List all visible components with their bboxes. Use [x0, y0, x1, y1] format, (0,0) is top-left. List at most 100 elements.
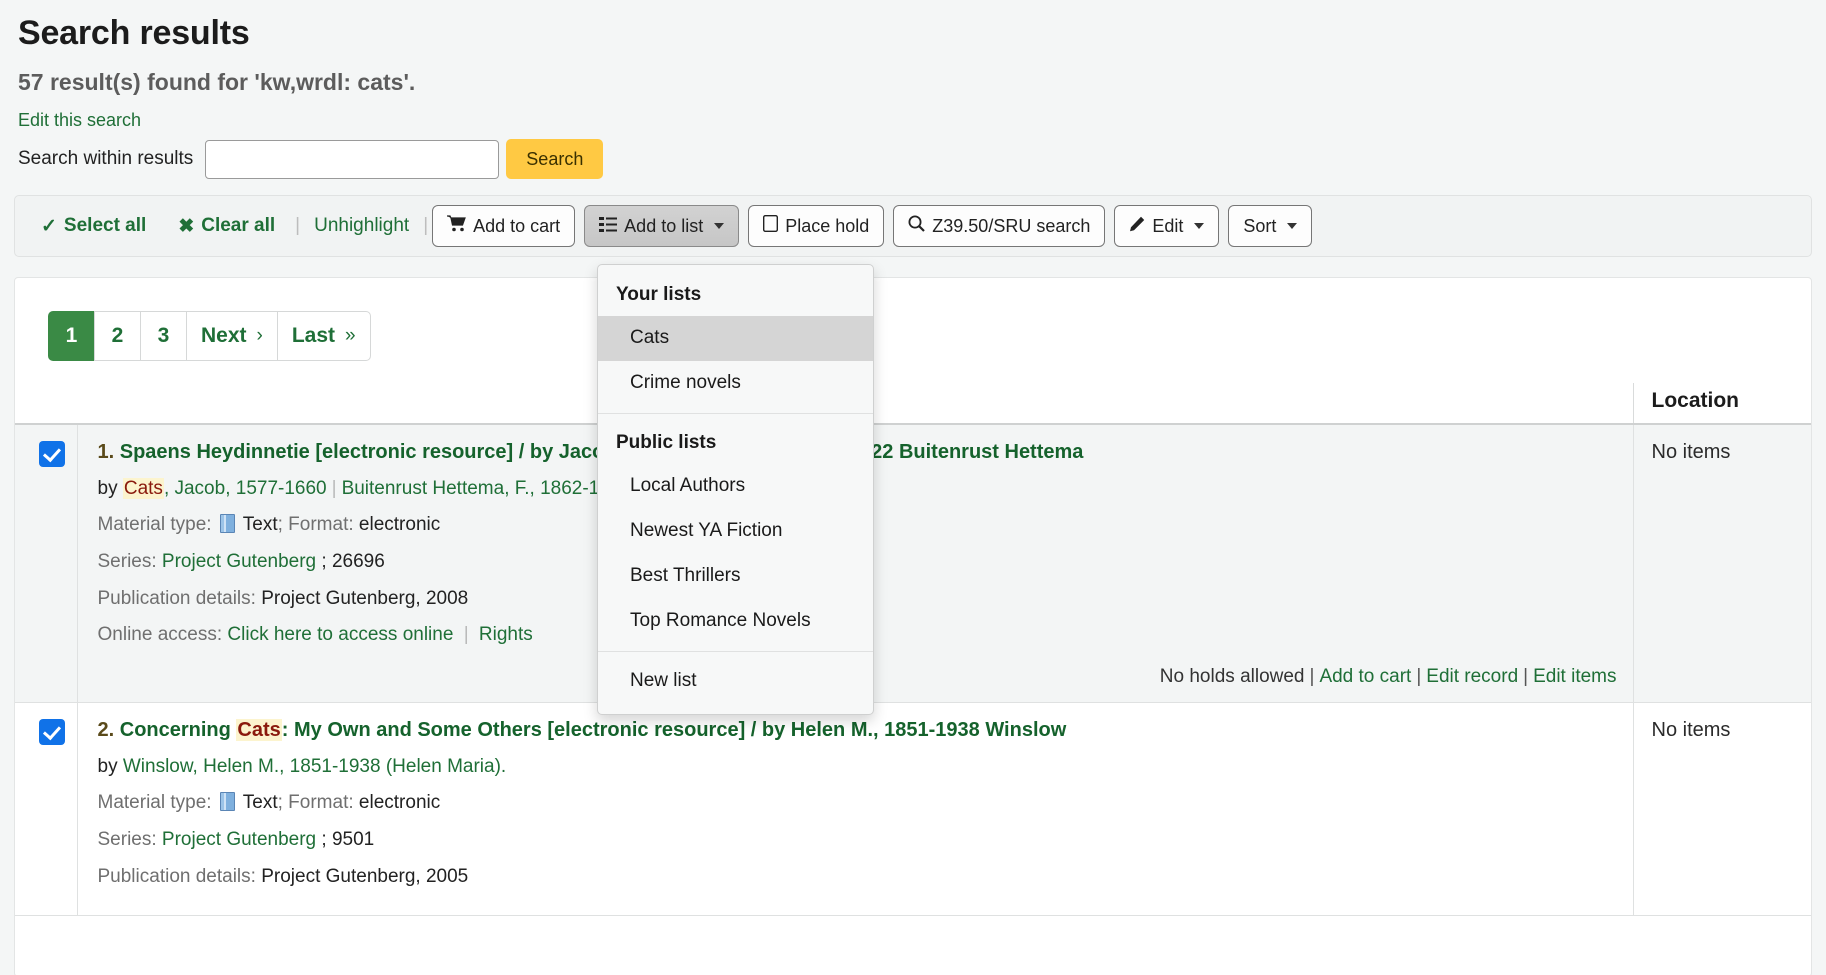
row-detail-cell: 2. Concerning Cats: My Own and Some Othe…	[77, 703, 1633, 916]
series-line: Series: Project Gutenberg ; 9501	[98, 828, 1623, 852]
add-to-list-button[interactable]: Add to list	[584, 205, 739, 247]
list-item-local-authors[interactable]: Local Authors	[598, 464, 873, 509]
page-2-button[interactable]: 2	[94, 311, 140, 361]
online-access-divider: |	[459, 624, 474, 645]
material-type-label: Material type:	[98, 792, 212, 813]
clear-all-button[interactable]: ✖ Clear all	[162, 215, 291, 238]
edit-items-link[interactable]: Edit items	[1533, 666, 1616, 687]
next-page-button[interactable]: Next ›	[186, 311, 277, 361]
second-author-link[interactable]: Buitenrust Hettema, F., 1862-1922	[342, 478, 631, 499]
pagination: 1 2 3 Next › Last »	[48, 311, 1811, 361]
unhighlight-button[interactable]: Unhighlight	[304, 215, 419, 237]
last-page-button[interactable]: Last »	[277, 311, 371, 361]
add-to-list-label: Add to list	[624, 216, 703, 237]
chevron-down-icon	[714, 223, 724, 229]
results-panel: 1 2 3 Next › Last » Location	[14, 277, 1812, 975]
publication-value: Project Gutenberg, 2005	[261, 866, 468, 887]
double-chevron-right-icon: »	[345, 325, 356, 347]
table-row: 2. Concerning Cats: My Own and Some Othe…	[15, 703, 1811, 916]
material-type-label: Material type:	[98, 514, 212, 535]
format-value: electronic	[359, 792, 440, 813]
chevron-down-icon-sort	[1287, 223, 1297, 229]
title-part-before: Spaens Heydinnetie [electronic resource]	[120, 441, 519, 463]
clear-all-label: Clear all	[201, 215, 275, 237]
format-label: ; Format:	[278, 792, 354, 813]
results-table-head: Location	[15, 383, 1811, 424]
table-row: 1. Spaens Heydinnetie [electronic resour…	[15, 424, 1811, 703]
list-item-cats[interactable]: Cats	[598, 316, 873, 361]
list-item-newest-ya-fiction[interactable]: Newest YA Fiction	[598, 509, 873, 554]
select-all-button[interactable]: ✓ Select all	[25, 215, 162, 238]
last-label: Last	[292, 324, 335, 348]
search-within-label: Search within results	[18, 148, 193, 170]
list-item-crime-novels[interactable]: Crime novels	[598, 361, 873, 406]
location-cell: No items	[1633, 703, 1811, 916]
z3950-search-button[interactable]: Z39.50/SRU search	[893, 205, 1105, 247]
action-divider-2: |	[1411, 666, 1426, 687]
chevron-down-icon-edit	[1194, 223, 1204, 229]
rights-link[interactable]: Rights	[479, 624, 533, 645]
series-link[interactable]: Project Gutenberg	[162, 829, 316, 850]
edit-this-search-link[interactable]: Edit this search	[18, 110, 141, 131]
online-access-link[interactable]: Click here to access online	[227, 624, 453, 645]
edit-button[interactable]: Edit	[1114, 205, 1219, 247]
search-within-results-bar: Search within results Search	[18, 139, 1808, 179]
publication-label: Publication details:	[98, 866, 256, 887]
page-1-button[interactable]: 1	[48, 311, 94, 361]
search-button[interactable]: Search	[506, 139, 603, 179]
search-results-page: Search results 57 result(s) found for 'k…	[0, 0, 1826, 975]
list-item-best-thrillers[interactable]: Best Thrillers	[598, 554, 873, 599]
edit-label: Edit	[1152, 216, 1183, 237]
list-item-top-romance-novels[interactable]: Top Romance Novels	[598, 599, 873, 644]
select-record-checkbox[interactable]	[39, 719, 65, 745]
z3950-search-label: Z39.50/SRU search	[932, 216, 1090, 237]
action-divider-1: |	[1305, 666, 1320, 687]
page-header: Search results 57 result(s) found for 'k…	[0, 0, 1826, 179]
results-toolbar: ✓ Select all ✖ Clear all | Unhighlight |…	[14, 195, 1812, 257]
place-hold-button[interactable]: Place hold	[748, 205, 884, 247]
book-icon	[220, 792, 235, 811]
title-highlight: Cats	[236, 719, 281, 741]
check-icon: ✓	[41, 215, 57, 238]
select-record-checkbox[interactable]	[39, 441, 65, 467]
result-number: 2.	[98, 719, 115, 741]
dropdown-divider-1	[598, 413, 873, 414]
add-to-list-dropdown-menu: Your lists Cats Crime novels Public list…	[597, 264, 874, 715]
page-title: Search results	[18, 14, 1808, 53]
chevron-right-icon: ›	[257, 325, 263, 347]
cart-icon	[447, 215, 466, 237]
search-within-input[interactable]	[205, 140, 499, 179]
sort-button[interactable]: Sort	[1228, 205, 1312, 247]
biblio-title-link[interactable]: Concerning Cats: My Own and Some Others …	[120, 719, 1067, 741]
online-access-label: Online access:	[98, 624, 223, 645]
material-type-value: Text	[243, 514, 278, 535]
material-type-line: Material type: Text; Format: electronic	[98, 791, 1623, 815]
checkbox-column-header	[15, 383, 77, 424]
publication-line: Publication details: Project Gutenberg, …	[98, 865, 1623, 889]
toolbar-divider-2: |	[419, 215, 432, 237]
hold-icon	[763, 215, 778, 237]
title-part-after: : My Own and Some Others [electronic res…	[282, 719, 1067, 741]
search-icon	[908, 215, 925, 237]
x-mark-icon: ✖	[178, 215, 194, 238]
title-part-before: Concerning	[120, 719, 237, 741]
series-link[interactable]: Project Gutenberg	[162, 551, 316, 572]
row-add-to-cart-link[interactable]: Add to cart	[1319, 666, 1411, 687]
byline-rest: , Jacob, 1577-1660	[164, 478, 327, 499]
author-link[interactable]: Winslow, Helen M., 1851-1938 (Helen Mari…	[123, 756, 506, 777]
publication-value: Project Gutenberg, 2008	[261, 588, 468, 609]
row-checkbox-cell	[15, 424, 77, 703]
select-all-label: Select all	[64, 215, 146, 237]
page-3-button[interactable]: 3	[140, 311, 186, 361]
series-label: Series:	[98, 829, 157, 850]
pencil-icon	[1129, 216, 1145, 237]
action-divider-3: |	[1518, 666, 1533, 687]
series-value: ; 26696	[321, 551, 384, 572]
series-value: ; 9501	[321, 829, 374, 850]
new-list-item[interactable]: New list	[598, 659, 873, 704]
add-to-cart-button[interactable]: Add to cart	[432, 205, 575, 247]
author-link: Cats, Jacob, 1577-1660	[123, 478, 327, 499]
sort-label: Sort	[1243, 216, 1276, 237]
format-value: electronic	[359, 514, 440, 535]
edit-record-link[interactable]: Edit record	[1426, 666, 1518, 687]
